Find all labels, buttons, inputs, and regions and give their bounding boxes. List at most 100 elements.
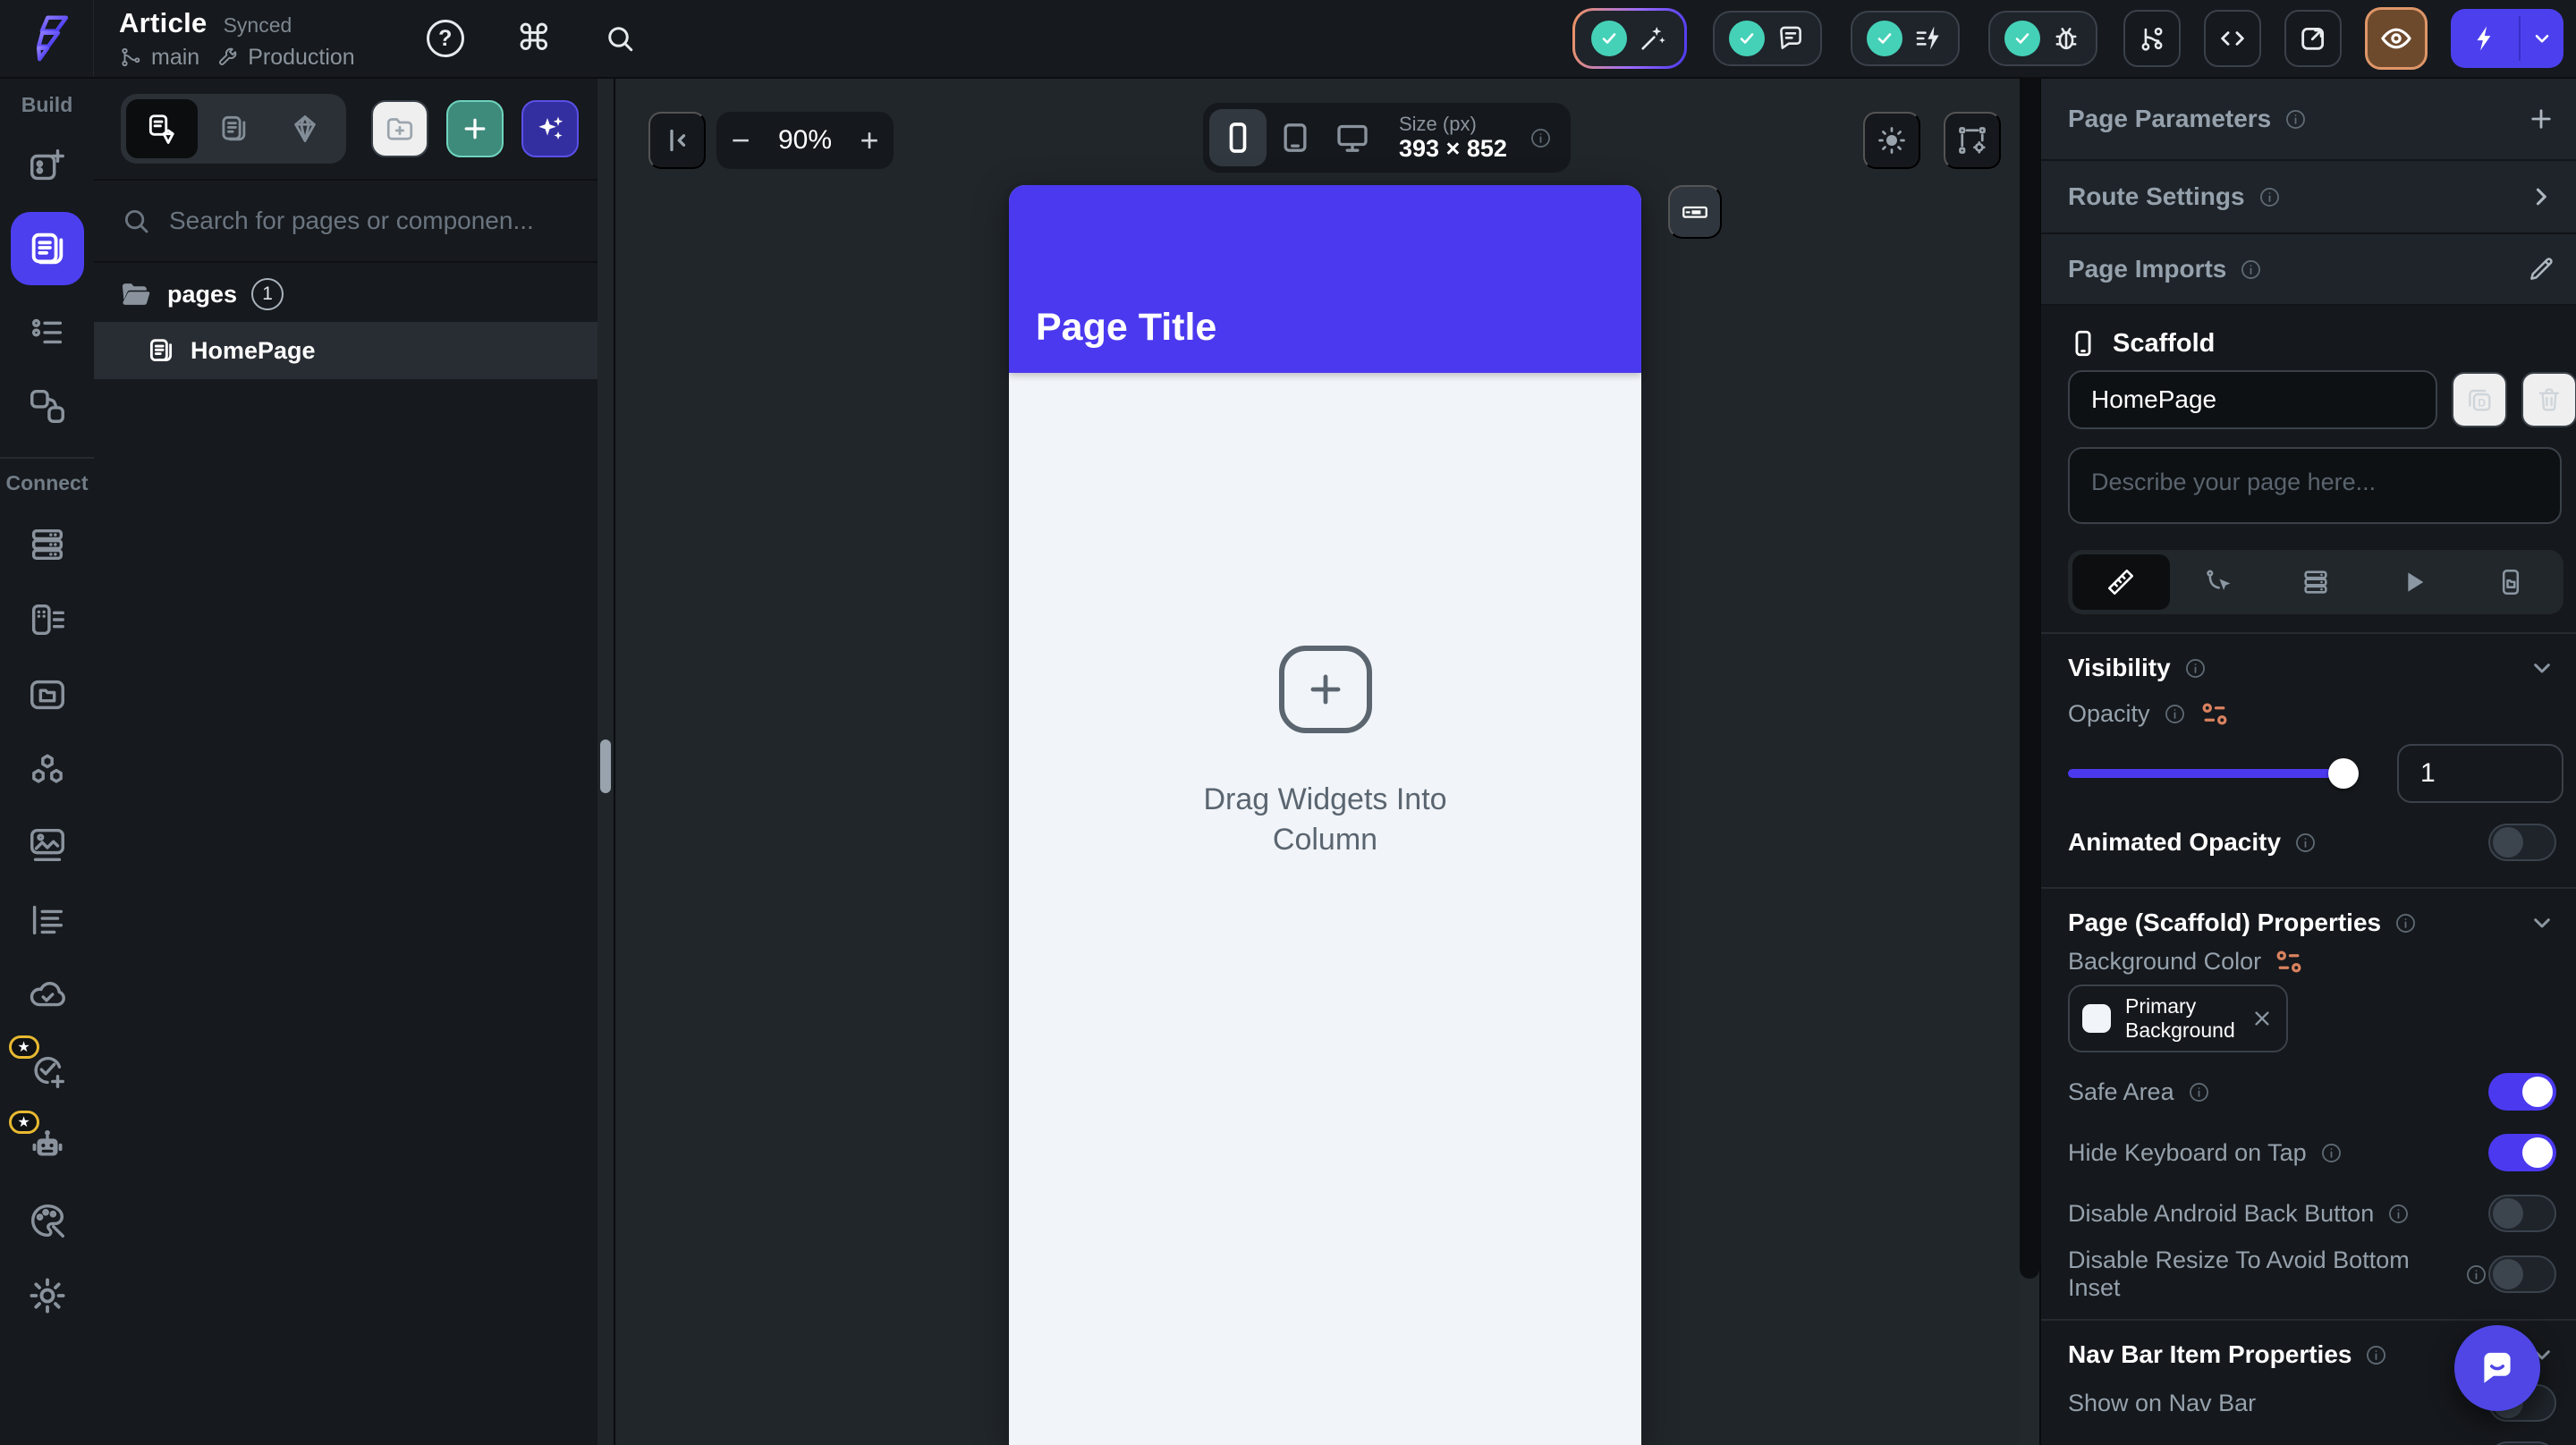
device-phone-button[interactable] [1209,109,1267,166]
rail-item-theme[interactable] [18,1191,77,1250]
debug-status-pill[interactable] [1986,8,2100,69]
device-tablet-button[interactable] [1267,109,1324,166]
add-folder-button[interactable] [371,100,428,157]
view-code-button[interactable] [2204,10,2261,67]
phone-preview[interactable]: Page Title Drag Widgets Into Column [1009,185,1641,1445]
background-color-chip[interactable]: Primary Background [2068,984,2288,1052]
rail-item-ai-agents[interactable]: ★ [8,1111,77,1175]
rail-item-media-assets[interactable] [18,665,77,724]
pages-panel-scroll-thumb[interactable] [600,739,611,793]
open-preview-button[interactable] [2284,10,2342,67]
info-icon[interactable] [2163,702,2187,726]
canvas-scroll-thumb[interactable] [2020,79,2039,1279]
page-list-item-homepage[interactable]: HomePage [94,322,601,379]
phone-body[interactable]: Drag Widgets Into Column [1009,373,1641,1445]
conditional-value-icon[interactable] [2201,702,2228,726]
add-widget-plus-icon[interactable] [1278,646,1372,733]
tab-backend-query[interactable] [2267,554,2365,610]
preview-mode-button[interactable] [2365,7,2428,70]
page-parameters-row[interactable]: Page Parameters [2041,79,2576,161]
rail-item-cloud-functions[interactable] [18,966,77,1025]
opacity-slider-thumb[interactable] [2328,758,2359,789]
command-palette-icon[interactable]: ⌘ [516,21,552,56]
info-icon[interactable] [2364,1343,2388,1367]
edit-imports-button[interactable] [2526,254,2556,284]
rail-item-settings[interactable] [18,1266,77,1325]
pages-search-input[interactable] [169,207,587,235]
ai-generate-page-button[interactable] [521,100,579,157]
search-icon[interactable] [604,22,636,55]
tab-device-docs[interactable] [2462,554,2559,610]
add-parameter-button[interactable] [2526,104,2556,134]
info-icon[interactable] [2239,258,2263,282]
keyboard-toolbar-button[interactable] [1668,185,1722,239]
opacity-slider-track[interactable] [2068,769,2352,778]
clear-color-button[interactable] [2250,1006,2275,1031]
pages-panel-scrollbar[interactable] [597,79,614,1445]
deploy-button[interactable] [2451,9,2519,68]
info-icon[interactable] [2258,185,2282,209]
animated-opacity-toggle[interactable] [2488,824,2556,861]
rail-item-content[interactable] [18,891,77,950]
safe-area-toggle[interactable] [2488,1073,2556,1111]
rail-item-database[interactable] [18,515,77,574]
tab-pages-only[interactable] [198,99,269,158]
info-icon[interactable] [2386,1202,2411,1226]
canvas-scrollbar[interactable] [2020,79,2039,1445]
zoom-level[interactable]: 90% [778,125,832,156]
hide-keyboard-on-tap-toggle[interactable] [2488,1134,2556,1171]
device-desktop-button[interactable] [1324,109,1381,166]
disable-android-back-button-toggle[interactable] [2488,1195,2556,1232]
conditional-value-icon[interactable] [2275,950,2302,974]
info-icon[interactable] [2464,1263,2488,1287]
info-icon[interactable] [2319,1141,2343,1165]
rail-item-widget-palette[interactable] [18,137,77,196]
disable-resize-bottom-inset-toggle[interactable] [2488,1255,2556,1293]
branch-manager-button[interactable] [2123,10,2181,67]
always-show-nav-bar-toggle[interactable] [2488,1441,2556,1445]
comments-status-pill[interactable] [1710,8,1825,69]
info-icon[interactable] [2183,656,2207,680]
design-status-pill[interactable] [1572,8,1687,69]
zoom-out-button[interactable]: − [724,122,757,159]
info-icon[interactable] [2284,107,2308,131]
branch-name[interactable]: main [151,45,199,71]
page-imports-row[interactable]: Page Imports [2041,234,2576,306]
info-icon[interactable] [2394,911,2418,935]
rail-item-media[interactable] [18,815,77,875]
rail-item-pages[interactable] [10,212,84,285]
app-logo[interactable] [0,0,94,77]
empty-column-dropzone[interactable]: Drag Widgets Into Column [1191,646,1460,860]
zoom-in-button[interactable]: + [853,122,886,159]
environment-name[interactable]: Production [248,45,355,71]
tab-components-only[interactable] [269,99,341,158]
tab-animations[interactable] [2364,554,2462,610]
pages-folder-row[interactable]: pages 1 [94,266,614,322]
add-page-button[interactable] [446,100,504,157]
expand-route-settings-button[interactable] [2526,182,2556,212]
rail-item-components-link[interactable] [18,376,77,435]
page-name-input[interactable] [2068,370,2437,429]
canvas[interactable]: − 90% + Size (px) 393 × 852 Page Title D… [615,79,2039,1445]
test-status-pill[interactable] [1848,8,1962,69]
intercom-chat-button[interactable] [2454,1325,2540,1411]
help-icon[interactable]: ? [426,20,464,57]
collapse-panel-button[interactable] [648,112,706,169]
rail-item-app-values[interactable] [18,301,77,360]
opacity-value-input[interactable] [2397,744,2563,803]
app-bar-title[interactable]: Page Title [1036,306,1216,350]
tab-properties[interactable] [2072,554,2170,610]
rail-item-data-types[interactable] [18,590,77,649]
page-description-input[interactable] [2068,447,2562,524]
app-bar[interactable]: Page Title [1009,185,1641,373]
light-mode-toggle-button[interactable] [1863,112,1920,169]
collapse-scaffold-properties-button[interactable] [2528,908,2556,937]
info-icon[interactable] [2187,1080,2211,1104]
color-swatch[interactable] [2082,1004,2111,1033]
rail-item-integrations[interactable] [18,740,77,799]
size-info-icon[interactable] [1529,126,1553,150]
rail-item-automations[interactable]: ★ [8,1035,77,1100]
tab-actions[interactable] [2170,554,2267,610]
collapse-visibility-button[interactable] [2528,654,2556,682]
info-icon[interactable] [2293,831,2318,855]
